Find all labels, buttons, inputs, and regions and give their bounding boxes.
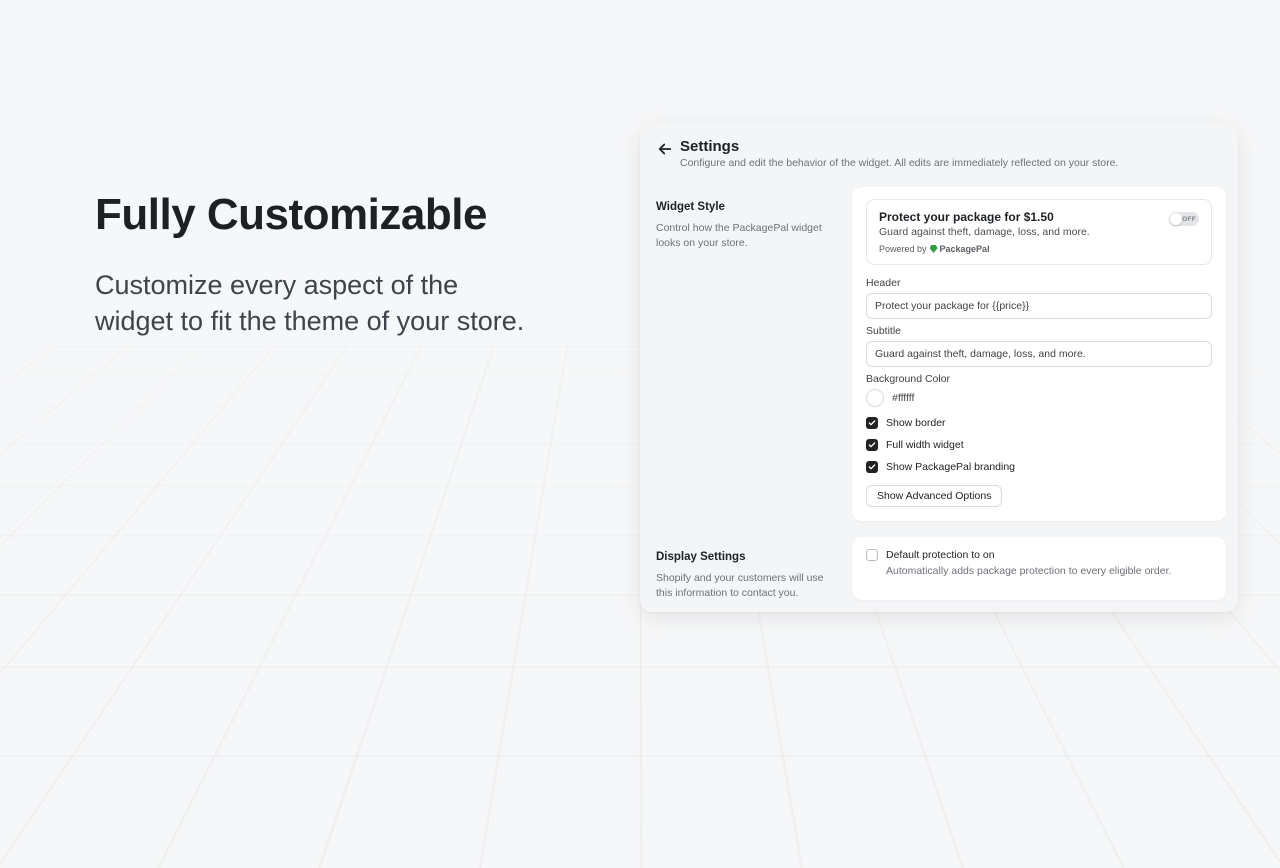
header-field-label: Header xyxy=(866,277,1212,289)
bg-color-label: Background Color xyxy=(866,373,1212,385)
widget-style-side: Widget Style Control how the PackagePal … xyxy=(652,187,842,521)
preview-branding: Powered by PackagePal xyxy=(879,244,1090,254)
back-arrow-icon[interactable] xyxy=(656,140,674,158)
toggle-state-label: OFF xyxy=(1182,216,1196,223)
default-protection-checkbox[interactable] xyxy=(866,549,878,561)
panel-header: Settings Configure and edit the behavior… xyxy=(652,136,1226,179)
display-settings-side: Display Settings Shopify and your custom… xyxy=(652,537,842,600)
toggle-knob xyxy=(1170,213,1182,225)
display-settings-row: Display Settings Shopify and your custom… xyxy=(652,537,1226,600)
hero-title: Fully Customizable xyxy=(95,190,535,240)
hero-copy: Fully Customizable Customize every aspec… xyxy=(95,190,535,340)
subtitle-field-label: Subtitle xyxy=(866,325,1212,337)
full-width-checkbox[interactable] xyxy=(866,439,878,451)
subtitle-input[interactable] xyxy=(866,341,1212,367)
bg-color-swatch[interactable] xyxy=(866,389,884,407)
show-branding-label: Show PackagePal branding xyxy=(886,461,1015,473)
hero-body: Customize every aspect of the widget to … xyxy=(95,268,535,340)
show-advanced-button[interactable]: Show Advanced Options xyxy=(866,485,1002,507)
brand-name: PackagePal xyxy=(940,244,990,254)
header-input[interactable] xyxy=(866,293,1212,319)
section-desc-widget-style: Control how the PackagePal widget looks … xyxy=(656,221,834,250)
default-protection-desc: Automatically adds package protection to… xyxy=(886,565,1171,577)
show-border-checkbox[interactable] xyxy=(866,417,878,429)
widget-preview: Protect your package for $1.50 Guard aga… xyxy=(866,199,1212,265)
preview-toggle[interactable]: OFF xyxy=(1169,212,1199,226)
section-title-widget-style: Widget Style xyxy=(656,201,834,213)
show-branding-checkbox[interactable] xyxy=(866,461,878,473)
full-width-label: Full width widget xyxy=(886,439,964,451)
page-title: Settings xyxy=(680,138,1222,155)
powered-by-label: Powered by xyxy=(879,244,927,254)
widget-style-row: Widget Style Control how the PackagePal … xyxy=(652,187,1226,521)
bg-color-value: #ffffff xyxy=(892,392,914,404)
default-protection-label: Default protection to on xyxy=(886,549,1171,561)
display-settings-card: Default protection to on Automatically a… xyxy=(852,537,1226,600)
settings-panel: Settings Configure and edit the behavior… xyxy=(640,124,1238,612)
show-border-label: Show border xyxy=(886,417,946,429)
section-title-display-settings: Display Settings xyxy=(656,551,834,563)
preview-subtitle: Guard against theft, damage, loss, and m… xyxy=(879,226,1090,238)
section-desc-display-settings: Shopify and your customers will use this… xyxy=(656,571,834,600)
packagepal-icon xyxy=(930,245,938,253)
widget-style-card: Protect your package for $1.50 Guard aga… xyxy=(852,187,1226,521)
page-subtitle: Configure and edit the behavior of the w… xyxy=(680,157,1222,169)
preview-title: Protect your package for $1.50 xyxy=(879,210,1090,224)
